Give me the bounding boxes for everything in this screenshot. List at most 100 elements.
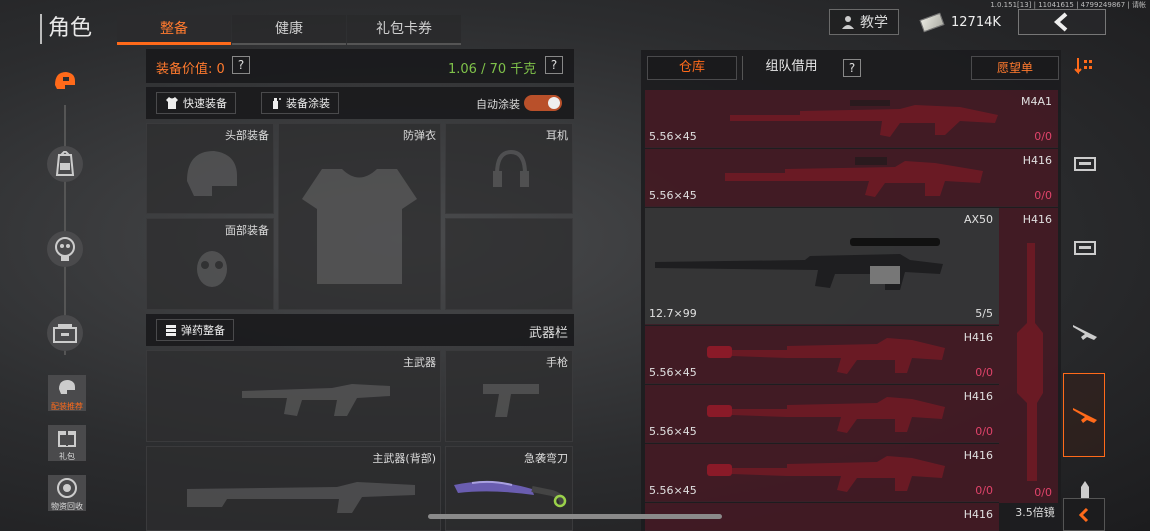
rifle-icon	[1073, 325, 1097, 340]
weapon-count: 0/0	[975, 366, 993, 379]
ammo-box-icon	[1074, 241, 1096, 255]
face-slot-label: 面部装备	[225, 224, 269, 237]
body-icon	[55, 237, 75, 261]
helmet-ghost-icon	[187, 151, 237, 196]
helmet-icon	[55, 72, 75, 89]
nav-helmet[interactable]	[47, 63, 83, 99]
weapon-caliber: 5.56×45	[649, 366, 697, 379]
gasmask-ghost-icon	[197, 251, 227, 287]
weight-display: 1.06 / 70 千克	[448, 62, 537, 77]
auto-paint-toggle[interactable]	[524, 95, 562, 111]
sort-icon	[1074, 58, 1092, 75]
weapon-item[interactable]: M4A1 5.56×45 0/0	[645, 90, 1058, 148]
weapon-caliber: 12.7×99	[649, 307, 697, 320]
weapon-caliber: 5.56×45	[649, 130, 697, 143]
h416-icon	[707, 397, 945, 433]
tab-gear[interactable]: 整备	[117, 15, 231, 45]
weapon-caliber: 5.56×45	[649, 425, 697, 438]
weapon-caliber: 5.56×45	[649, 189, 697, 202]
tab-health[interactable]: 健康	[232, 15, 346, 45]
weapon-caliber: 5.56×45	[649, 484, 697, 497]
gift-label: 礼包	[59, 452, 75, 461]
loadout-recommend-button[interactable]: 配装推荐	[37, 375, 97, 412]
vest-ghost-icon	[302, 169, 417, 284]
weapon-name: H416	[1022, 213, 1052, 226]
tab-team-borrow[interactable]: 组队借用	[742, 56, 840, 80]
back-button[interactable]	[1018, 9, 1106, 35]
home-indicator	[428, 514, 722, 519]
weapon-name: H416	[1022, 154, 1052, 167]
pistol-slot-label: 手枪	[546, 356, 568, 369]
armor-slot[interactable]: 防弹衣	[278, 123, 441, 310]
weapon-item[interactable]: H416 5.56×45 0/0	[645, 444, 999, 502]
weapon-name: H416	[963, 449, 993, 462]
h416-icon	[725, 157, 983, 197]
pistol-ghost-icon	[483, 384, 539, 417]
weapon-name: H416	[963, 390, 993, 403]
weapon-name: H416	[963, 331, 993, 344]
rifle-back-ghost-icon	[187, 482, 415, 513]
equip-value: 装备价值: 0	[156, 62, 225, 77]
chevron-left-icon	[1078, 507, 1089, 522]
auto-paint-label: 自动涂装	[476, 98, 520, 111]
equip-value-help-button[interactable]: ?	[232, 56, 250, 74]
warehouse-help-button[interactable]: ?	[843, 59, 861, 77]
ammo-icon	[166, 325, 176, 336]
quick-equip-button[interactable]: 快速装备	[156, 92, 236, 114]
collapse-button[interactable]	[1063, 498, 1105, 531]
tab-warehouse[interactable]: 仓库	[647, 56, 737, 80]
weapon-item-vertical[interactable]: H416 0/0	[999, 208, 1058, 503]
gift-button[interactable]: 礼包	[37, 425, 97, 462]
head-slot[interactable]: 头部装备	[146, 123, 274, 214]
equip-paint-label: 装备涂装	[286, 97, 330, 110]
weapon-count: 0/0	[1034, 130, 1052, 143]
rifle-ghost-icon	[242, 384, 390, 416]
recycle-icon	[57, 478, 77, 498]
h416-vertical-icon	[1017, 243, 1043, 481]
primary-weapon-slot[interactable]: 主武器	[146, 350, 441, 442]
primary-back-slot[interactable]: 主武器(背部)	[146, 446, 441, 531]
recycle-button[interactable]: 物资回收	[37, 475, 97, 512]
empty-slot	[445, 218, 573, 310]
tab-gift-coupons[interactable]: 礼包卡券	[347, 15, 461, 45]
spray-icon	[273, 98, 281, 109]
ax50-icon	[655, 238, 943, 290]
karambit-icon	[454, 480, 567, 508]
weapon-count: 0/0	[975, 484, 993, 497]
shirt-icon	[166, 97, 178, 109]
equip-paint-button[interactable]: 装备涂装	[261, 92, 339, 114]
filter-assault-rifle-active[interactable]	[1063, 373, 1105, 457]
quick-equip-label: 快速装备	[183, 97, 227, 110]
weapon-count: 0/0	[975, 425, 993, 438]
scope-item[interactable]: 3.5倍镜	[1010, 503, 1060, 531]
weapon-count: 5/5	[975, 307, 993, 320]
recycle-label: 物资回收	[51, 502, 83, 511]
wishlist-button[interactable]: 愿望单	[971, 56, 1059, 80]
weapon-item-selected[interactable]: AX50 12.7×99 5/5	[645, 208, 999, 325]
nav-body[interactable]	[47, 231, 83, 267]
weight-help-button[interactable]: ?	[545, 56, 563, 74]
back-arrow-icon	[1053, 12, 1068, 32]
filter-ammo-box-1[interactable]	[1070, 150, 1100, 176]
nav-crate[interactable]	[47, 315, 83, 351]
melee-slot-label: 急袭弯刀	[524, 452, 568, 465]
sort-button[interactable]	[1070, 54, 1100, 80]
headset-ghost-icon	[493, 149, 529, 187]
loadout-icon	[59, 380, 75, 394]
ammo-equip-button[interactable]: 弹药整备	[156, 319, 234, 341]
weapon-item[interactable]: H416 5.56×45 0/0	[645, 326, 999, 384]
toggle-knob	[548, 97, 560, 109]
tutorial-button[interactable]: 教学	[829, 9, 899, 35]
filter-ammo-box-2[interactable]	[1070, 234, 1100, 260]
head-slot-label: 头部装备	[225, 129, 269, 142]
pistol-slot[interactable]: 手枪	[445, 350, 573, 442]
weapon-item[interactable]: H416 5.56×45 0/0	[645, 149, 1058, 207]
filter-rifle[interactable]	[1070, 318, 1100, 344]
ear-slot[interactable]: 耳机	[445, 123, 573, 214]
face-slot[interactable]: 面部装备	[146, 218, 274, 310]
filter-sidebar	[1063, 50, 1108, 531]
nav-backpack[interactable]	[47, 146, 83, 182]
primary-slot-label: 主武器	[403, 356, 436, 369]
weapon-item[interactable]: H416 5.56×45 0/0	[645, 385, 999, 443]
ammo-equip-label: 弹药整备	[181, 324, 225, 337]
